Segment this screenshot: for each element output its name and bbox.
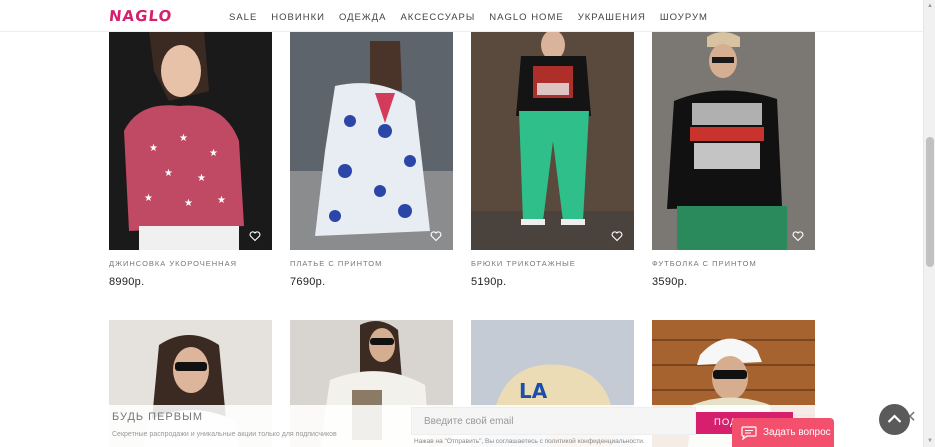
subscribe-title: БУДЬ ПЕРВЫМ (112, 411, 204, 423)
svg-text:★: ★ (209, 148, 218, 159)
product-card[interactable]: ФУТБОЛКА С ПРИНТОМ 3590р. (652, 31, 815, 288)
nav-item-showroom[interactable]: ШОУРУМ (660, 12, 708, 23)
scroll-to-top-button[interactable] (879, 404, 910, 435)
svg-text:★: ★ (164, 168, 173, 179)
main-nav: SALE НОВИНКИ ОДЕЖДА АКСЕССУАРЫ NAGLO HOM… (229, 12, 708, 23)
product-name[interactable]: ПЛАТЬЕ С ПРИНТОМ (290, 259, 382, 268)
product-photo[interactable]: ★ ★ ★ ★ ★ ★ ★ ★ (109, 31, 272, 250)
chat-bubble-icon (741, 426, 757, 440)
heart-icon[interactable] (249, 230, 261, 242)
product-photo[interactable] (290, 31, 453, 250)
ask-question-label: Задать вопрос (763, 427, 831, 438)
heart-icon[interactable] (430, 230, 442, 242)
svg-text:★: ★ (197, 173, 206, 184)
product-photo[interactable] (471, 31, 634, 250)
product-price: 5190р. (471, 276, 507, 288)
ask-question-button[interactable]: Задать вопрос (732, 418, 834, 447)
svg-text:★: ★ (179, 133, 188, 144)
product-photo[interactable] (652, 31, 815, 250)
nav-item-accessories[interactable]: АКСЕССУАРЫ (400, 12, 475, 23)
heart-icon[interactable] (792, 230, 804, 242)
site-header: NAGLO SALE НОВИНКИ ОДЕЖДА АКСЕССУАРЫ NAG… (0, 0, 923, 32)
product-name[interactable]: ДЖИНСОВКА УКОРОЧЕННАЯ (109, 259, 237, 268)
subscribe-legal: Нажав на "Отправить", Вы соглашаетесь с … (414, 438, 645, 445)
nav-item-home[interactable]: NAGLO HOME (489, 12, 563, 23)
product-card[interactable]: ПЛАТЬЕ С ПРИНТОМ 7690р. (290, 31, 453, 288)
svg-text:★: ★ (149, 143, 158, 154)
product-image-pants (471, 31, 634, 250)
product-name[interactable]: БРЮКИ ТРИКОТАЖНЫЕ (471, 259, 576, 268)
nav-item-sale[interactable]: SALE (229, 12, 257, 23)
nav-item-jewelry[interactable]: УКРАШЕНИЯ (578, 12, 646, 23)
nav-item-new[interactable]: НОВИНКИ (271, 12, 325, 23)
email-input[interactable]: Введите свой email (411, 407, 696, 435)
svg-text:★: ★ (144, 193, 153, 204)
svg-text:★: ★ (217, 195, 226, 206)
brand-logo[interactable]: NAGLO (108, 7, 173, 25)
product-card[interactable]: БРЮКИ ТРИКОТАЖНЫЕ 5190р. (471, 31, 634, 288)
product-price: 7690р. (290, 276, 326, 288)
nav-item-clothes[interactable]: ОДЕЖДА (339, 12, 387, 23)
product-price: 8990р. (109, 276, 145, 288)
product-image-tshirt (652, 31, 815, 250)
product-image-dress (290, 31, 453, 250)
page-scrollbar[interactable]: ▲ ▼ (923, 0, 935, 447)
chevron-up-icon (887, 414, 902, 423)
svg-text:★: ★ (184, 198, 193, 209)
heart-icon[interactable] (611, 230, 623, 242)
product-image-jacket: ★ ★ ★ ★ ★ ★ ★ ★ (109, 31, 272, 250)
product-card[interactable]: ★ ★ ★ ★ ★ ★ ★ ★ ДЖИНСОВКА УКОРОЧЕННАЯ 8990р. (109, 31, 272, 288)
svg-text:LA: LA (519, 379, 548, 403)
subscribe-description: Секретные распродажи и уникальные акции … (112, 431, 337, 438)
scroll-down-arrow-icon[interactable]: ▼ (926, 437, 934, 445)
product-name[interactable]: ФУТБОЛКА С ПРИНТОМ (652, 259, 757, 268)
product-price: 3590р. (652, 276, 688, 288)
scrollbar-thumb[interactable] (926, 137, 934, 267)
scroll-up-arrow-icon[interactable]: ▲ (926, 2, 934, 10)
